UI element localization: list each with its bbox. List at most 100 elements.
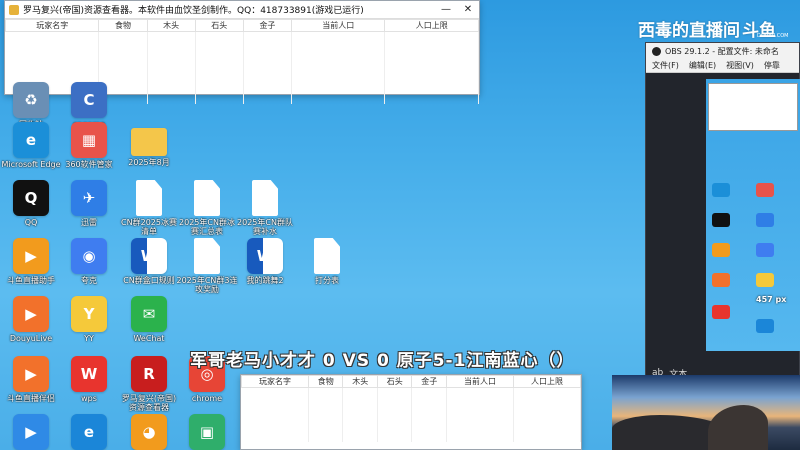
table-row [5,40,479,50]
table-row [5,49,479,59]
obs-menu-view[interactable]: 视图(V) [726,60,754,71]
table-cell [147,40,196,50]
table-cell [98,31,148,41]
desktop-icon[interactable]: CN群2025冰赛清单 [118,180,180,236]
table-cell [384,49,479,59]
app-icon: ▣ [189,414,225,450]
app-icon: ▶ [13,238,49,274]
table-cell [308,423,344,433]
desktop-icon[interactable]: W CN群盒口规则 [118,238,180,285]
column-header[interactable]: 食物 [307,375,344,388]
table-cell [291,67,386,77]
app-icon: ▶ [13,296,49,332]
table-cell [384,94,479,104]
viewer-title: 罗马复兴(帝国)资源查看器。本软件由血饮圣剑制作。QQ：418733891(游戏… [23,6,364,16]
table-cell [384,76,479,86]
desktop-icon[interactable]: ▶腾讯视频 [0,414,62,450]
column-header[interactable]: 金子 [242,19,293,32]
app-icon: ✈ [71,180,107,216]
desktop-icon[interactable]: Y YY [58,296,120,343]
column-header[interactable]: 金子 [411,375,447,388]
column-header[interactable]: 食物 [98,19,148,32]
desktop-icon-label: YY [84,334,94,343]
column-header[interactable]: 玩家名字 [241,375,309,388]
close-icon[interactable]: ✕ [457,4,479,15]
desktop-icon[interactable]: R 罗马复兴(帝国)资源查看器 [118,356,180,412]
column-header[interactable]: 人口上限 [384,19,479,32]
desktop-icon-label: QQ [24,218,38,227]
stream-watermark: 西毒的直播间 斗鱼 [638,16,776,41]
desktop-icon[interactable]: 2025年CN群冰赛汇总表 [176,180,238,236]
viewer-titlebar[interactable]: 罗马复兴(帝国)资源查看器。本软件由血饮圣剑制作。QQ：418733891(游戏… [5,1,479,19]
table-cell [446,396,514,406]
desktop-icon[interactable]: ✉ WeChat [118,296,180,343]
table-cell [195,58,244,68]
desktop-icon-label: 2025年CN群队赛补水 [237,218,293,236]
obs-preview[interactable]: 457 px [706,79,800,351]
desktop-icon[interactable]: e Microsoft Edge [0,122,62,169]
table-cell [147,67,196,77]
desktop-icon[interactable]: eInternet Explorer [58,414,120,450]
column-header[interactable]: 石头 [194,19,244,32]
obs-menu-edit[interactable]: 编辑(E) [689,60,716,71]
table-cell [195,49,244,59]
table-cell [342,432,378,442]
table-cell [342,387,378,397]
obs-menu-dock[interactable]: 停靠 [764,60,780,71]
table-cell [513,432,582,442]
desktop-icon[interactable]: ◕斗鱼 [118,414,180,450]
table-cell [446,387,514,397]
column-header[interactable]: 当前人口 [445,375,514,388]
desktop-icon-label: wps [81,394,97,403]
table-cell [377,432,413,442]
desktop-icon[interactable]: ✈ 迅雷 [58,180,120,227]
column-header[interactable]: 石头 [376,375,413,388]
desktop-icon[interactable]: ▣GOD [176,414,238,450]
desktop-icon[interactable]: ▶ DouyuLive [0,296,62,343]
resource-viewer-window[interactable]: 罗马复兴(帝国)资源查看器。本软件由血饮圣剑制作。QQ：418733891(游戏… [4,0,480,104]
table-cell [243,94,293,104]
desktop-icon[interactable]: Q QQ [0,180,62,227]
table-row [241,396,582,406]
column-header[interactable]: 玩家名字 [4,19,100,32]
table-cell [98,67,148,77]
desktop-icon[interactable]: 2025年CN群3连攻奖励 [176,238,238,294]
minimize-icon[interactable]: — [435,4,457,15]
column-header[interactable]: 木头 [146,19,196,32]
desktop-icon[interactable]: W 我的跳舞2 [234,238,296,285]
desktop-icon[interactable]: 2025年8月 [118,122,180,167]
obs-titlebar[interactable]: OBS 29.1.2 - 配置文件: 未命名 [646,43,799,59]
table-cell [513,423,582,433]
table-cell [377,396,413,406]
desktop-icon[interactable]: 2025年CN群队赛补水 [234,180,296,236]
table-cell [384,31,479,41]
desktop-icon-label: 斗鱼直播伴侣 [7,394,55,403]
column-header[interactable]: 木头 [342,375,378,388]
table-cell [241,432,309,442]
desktop-icon[interactable]: 打分表 [296,238,358,285]
column-header[interactable]: 人口上限 [512,375,582,388]
table-cell [342,396,378,406]
table-cell [291,85,386,95]
obs-menu-file[interactable]: 文件(F) [652,60,679,71]
table-cell [446,405,514,415]
app-icon: R [131,356,167,392]
desktop-icon[interactable]: ◉ 夸克 [58,238,120,285]
desktop-icon[interactable]: ▶ 斗鱼直播助手 [0,238,62,285]
table-cell [446,414,514,424]
table-cell [384,58,479,68]
table-cell [411,387,447,397]
table-cell [384,67,479,77]
table-cell [513,396,582,406]
table-cell [291,31,386,41]
column-header[interactable]: 当前人口 [291,19,386,32]
desktop-icon[interactable]: ▦ 360软件管家 [58,122,120,169]
desktop-icon[interactable]: ▶ 斗鱼直播伴侣 [0,356,62,403]
desktop-icon-label: DouyuLive [9,334,53,343]
watermark-text: 西毒的直播间 [638,21,740,41]
table-cell [291,49,386,59]
resource-viewer-window-2[interactable]: 玩家名字 食物 木头 石头 金子 当前人口 人口上限 [240,374,582,450]
table-cell [195,40,244,50]
table-cell [377,414,413,424]
desktop-icon[interactable]: Wwps [58,356,120,403]
